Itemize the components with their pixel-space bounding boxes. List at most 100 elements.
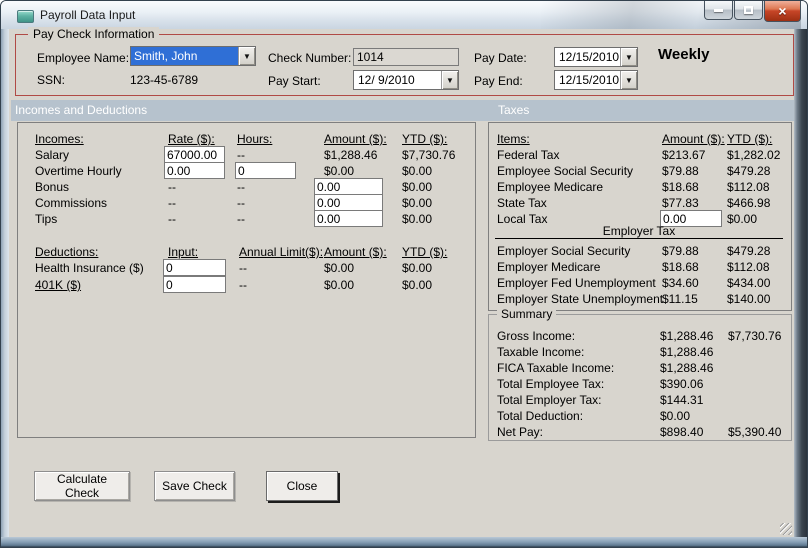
tax-ytd: $434.00 [727, 276, 771, 290]
tax-label: Employee Medicare [497, 180, 604, 194]
summary-row-gross: Gross Income: $1,288.46 $7,730.76 [489, 329, 791, 345]
summary-label: Total Employer Tax: [497, 393, 602, 407]
income-label: Salary [35, 148, 70, 162]
tax-row-federal: Federal Tax $213.67 $1,282.02 [489, 148, 791, 164]
pay-date-picker[interactable]: 12/15/2010 ▼ [554, 47, 638, 67]
maximize-button[interactable] [734, 1, 763, 20]
tax-label: Employer State Unemployment [497, 292, 664, 306]
check-number-field[interactable] [353, 48, 459, 66]
income-row-tips: Tips -- -- $0.00 [18, 210, 475, 228]
summary-amount: $0.00 [660, 409, 691, 423]
income-ytd: $7,730.76 [402, 148, 456, 162]
incomes-col-header: Incomes: [35, 132, 84, 146]
close-window-button[interactable]: × [764, 1, 801, 22]
chevron-down-icon[interactable]: ▼ [441, 71, 458, 89]
income-label: Overtime Hourly [35, 164, 122, 178]
summary-ytd: $7,730.76 [728, 329, 782, 343]
rate-col-header: Rate ($): [168, 132, 215, 146]
resize-grip[interactable] [780, 523, 792, 535]
income-ytd: $0.00 [402, 164, 433, 178]
tax-ytd: $479.28 [727, 244, 771, 258]
tax-label: Federal Tax [497, 148, 560, 162]
overtime-hours-input[interactable] [235, 162, 296, 179]
calculate-check-button[interactable]: Calculate Check [34, 471, 130, 501]
paycheck-group-title: Pay Check Information [28, 27, 160, 41]
tax-amount: $213.67 [662, 148, 706, 162]
titlebar[interactable]: Payroll Data Input [1, 1, 807, 29]
pay-end-label: Pay End: [474, 74, 523, 88]
employee-name-label: Employee Name: [37, 51, 130, 65]
overtime-rate-input[interactable] [164, 162, 225, 179]
summary-label: FICA Taxable Income: [497, 361, 615, 375]
summary-group-title: Summary [497, 307, 557, 321]
close-button[interactable]: Close [266, 471, 338, 501]
taxes-section-header: Taxes [498, 103, 530, 117]
summary-group: Summary Gross Income: $1,288.46 $7,730.7… [488, 307, 792, 441]
incomes-header-row: Incomes: Rate ($): Hours: Amount ($): YT… [18, 132, 475, 148]
income-row-bonus: Bonus -- -- $0.00 [18, 178, 475, 196]
close-icon: × [778, 3, 787, 19]
chevron-down-icon[interactable]: ▼ [620, 48, 637, 66]
income-rate: -- [168, 196, 176, 210]
ssn-value: 123-45-6789 [130, 73, 199, 87]
save-check-button[interactable]: Save Check [154, 471, 235, 501]
health-insurance-input[interactable] [163, 259, 226, 276]
minimize-button[interactable] [704, 1, 733, 20]
401k-input[interactable] [163, 276, 226, 293]
amount-col-header: Amount ($): [324, 245, 387, 259]
summary-row-net-pay: Net Pay: $898.40 $5,390.40 [489, 425, 791, 441]
tax-amount: $11.15 [662, 292, 698, 306]
summary-amount: $1,288.46 [660, 329, 714, 343]
caption-buttons: × [704, 1, 802, 23]
tips-amount-input[interactable] [314, 210, 383, 227]
summary-row-fica: FICA Taxable Income: $1,288.46 [489, 361, 791, 377]
check-number-label: Check Number: [268, 51, 352, 65]
income-ytd: $0.00 [402, 212, 433, 226]
deduction-401k-link[interactable]: 401K ($) [35, 278, 81, 292]
tax-row-employer-fed-unemployment: Employer Fed Unemployment $34.60 $434.00 [489, 276, 791, 292]
income-hours: -- [237, 148, 245, 162]
employee-name-value: Smith, John [131, 47, 238, 65]
summary-row-total-deduction: Total Deduction: $0.00 [489, 409, 791, 425]
tax-ytd: $112.08 [727, 260, 770, 274]
summary-amount: $144.31 [660, 393, 704, 407]
income-rate: -- [168, 212, 176, 226]
summary-label: Taxable Income: [497, 345, 585, 359]
pay-start-picker[interactable]: 12/ 9/2010 ▼ [353, 70, 459, 90]
deduction-amount: $0.00 [324, 261, 355, 275]
income-rate: -- [168, 180, 176, 194]
summary-amount: $1,288.46 [660, 361, 714, 375]
incomes-section-header: Incomes and Deductions [15, 103, 148, 117]
tax-label: State Tax [497, 196, 547, 210]
deduction-label: Health Insurance ($) [35, 261, 144, 275]
tax-ytd: $140.00 [727, 292, 771, 306]
income-ytd: $0.00 [402, 196, 433, 210]
tax-amount: $77.83 [662, 196, 699, 210]
pay-end-picker[interactable]: 12/15/2010 ▼ [554, 70, 638, 90]
income-ytd: $0.00 [402, 180, 433, 194]
summary-row-total-employee-tax: Total Employee Tax: $390.06 [489, 377, 791, 393]
income-label: Tips [35, 212, 58, 226]
amount-col-header: Amount ($): [662, 132, 725, 146]
pay-frequency-label: Weekly [658, 46, 710, 63]
summary-amount: $898.40 [660, 425, 704, 439]
tax-amount: $34.60 [662, 276, 699, 290]
summary-label: Total Employee Tax: [497, 377, 605, 391]
commissions-amount-input[interactable] [314, 194, 383, 211]
summary-label: Gross Income: [497, 329, 576, 343]
tax-label: Employer Fed Unemployment [497, 276, 656, 290]
window-frame-left [1, 29, 9, 547]
salary-rate-input[interactable] [164, 146, 225, 163]
income-amount: $0.00 [324, 164, 355, 178]
tax-label: Employer Social Security [497, 244, 631, 258]
chevron-down-icon[interactable]: ▼ [620, 71, 637, 89]
tax-ytd: $466.98 [727, 196, 771, 210]
employee-name-combobox[interactable]: Smith, John ▼ [130, 46, 256, 66]
input-col-header: Input: [168, 245, 199, 259]
bonus-amount-input[interactable] [314, 178, 383, 195]
income-label: Bonus [35, 180, 70, 194]
tax-row-employer-ss: Employer Social Security $79.88 $479.28 [489, 244, 791, 260]
tax-row-employer-medicare: Employer Medicare $18.68 $112.08 [489, 260, 791, 276]
section-header-band: Incomes and Deductions Taxes [11, 100, 794, 121]
chevron-down-icon[interactable]: ▼ [238, 47, 255, 65]
